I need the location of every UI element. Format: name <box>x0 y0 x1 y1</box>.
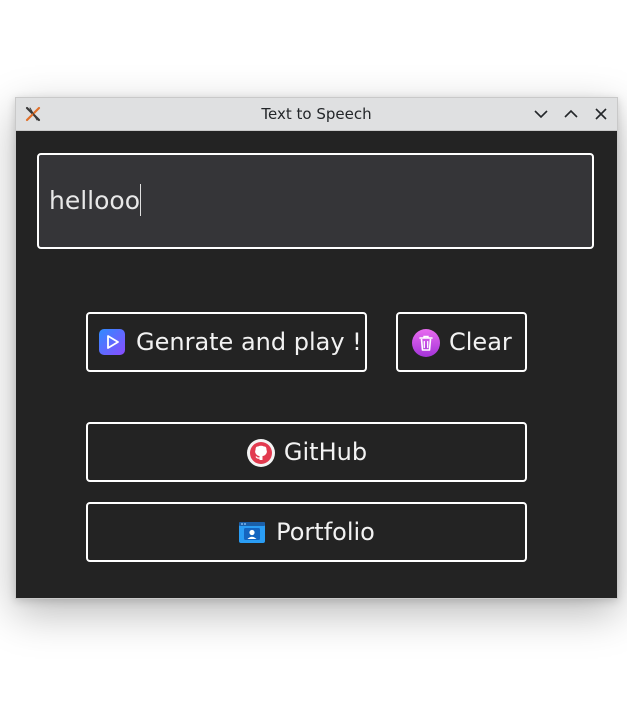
portfolio-label: Portfolio <box>276 518 375 546</box>
text-input[interactable]: hellooo <box>37 153 594 249</box>
generate-and-play-button[interactable]: Genrate and play ! <box>86 312 367 372</box>
github-icon <box>246 438 275 467</box>
close-button[interactable] <box>592 105 610 123</box>
titlebar[interactable]: Text to Speech <box>16 98 617 131</box>
window-title: Text to Speech <box>261 105 372 123</box>
app-window: Text to Speech hellooo Genrate and play … <box>15 97 618 599</box>
text-input-value: hellooo <box>49 186 141 215</box>
clear-label: Clear <box>449 328 512 356</box>
portfolio-icon <box>238 518 266 546</box>
play-icon <box>98 328 126 356</box>
maximize-button[interactable] <box>562 105 580 123</box>
github-button[interactable]: GitHub <box>86 422 527 482</box>
chevron-down-icon <box>534 110 548 119</box>
text-caret <box>140 184 142 216</box>
clear-button[interactable]: Clear <box>396 312 527 372</box>
trash-icon <box>411 328 440 357</box>
minimize-button[interactable] <box>532 105 550 123</box>
chevron-up-icon <box>564 109 578 118</box>
close-icon <box>595 108 607 120</box>
generate-and-play-label: Genrate and play ! <box>136 328 362 356</box>
github-label: GitHub <box>283 438 368 466</box>
portfolio-button[interactable]: Portfolio <box>86 502 527 562</box>
